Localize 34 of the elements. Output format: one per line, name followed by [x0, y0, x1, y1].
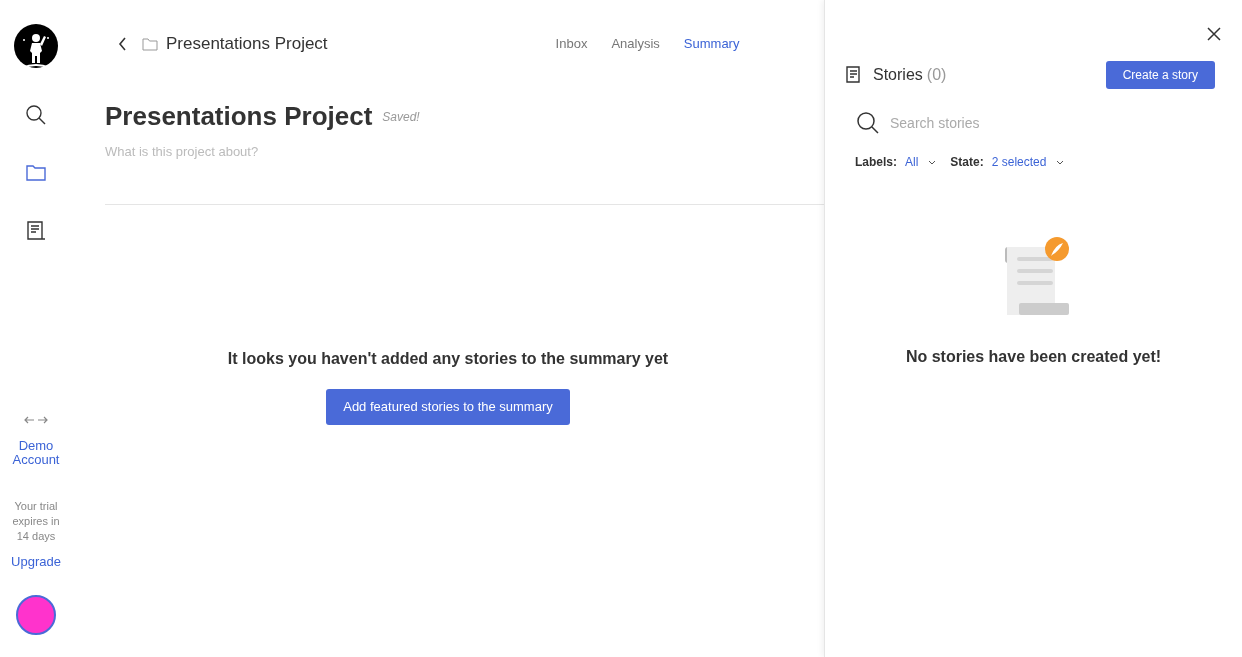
nav-tab[interactable]: Analysis [611, 34, 660, 54]
search-field[interactable]: Search stories [890, 112, 1140, 134]
upgrade-link[interactable]: Upgrade [11, 551, 61, 571]
filter-dropdown[interactable]: 2 selected [991, 153, 1065, 171]
nav-tab[interactable]: Inbox [555, 34, 588, 54]
project-title[interactable]: Presentations Project [105, 100, 373, 132]
filter-dropdown[interactable]: All [905, 153, 937, 171]
empty-summary-message: It looks you haven't added any stories to the summary yet [227, 348, 669, 369]
search-icon[interactable] [25, 104, 47, 126]
trial-notice: Your trial expires in 14 days [11, 498, 61, 544]
save-status: Saved! [382, 109, 420, 126]
close-icon[interactable] [1207, 27, 1221, 41]
description-field[interactable]: What is this project about? [105, 142, 605, 162]
chevron-down-icon [928, 159, 937, 165]
search-icon [856, 111, 880, 135]
back-icon[interactable] [118, 37, 128, 51]
nav-tab[interactable]: Summary [683, 34, 740, 54]
account-link[interactable]: Demo Account [6, 438, 66, 467]
chevron-down-icon [1056, 159, 1065, 165]
switch-arrows-icon[interactable] [24, 414, 48, 425]
breadcrumb-title: Presentations Project [166, 33, 328, 56]
stories-count: (0) [926, 65, 947, 85]
folder-icon [142, 37, 158, 51]
document-icon[interactable] [25, 220, 47, 242]
empty-stories-message: No stories have been created yet! [905, 347, 1162, 367]
create-story-button[interactable]: Create a story [1105, 61, 1215, 89]
filter-label: Labels: [855, 154, 897, 171]
user-avatar[interactable] [16, 595, 56, 635]
stories-title: Stories [873, 65, 923, 85]
document-icon [845, 66, 863, 84]
astronaut-logo[interactable] [12, 24, 60, 70]
folder-icon[interactable] [25, 162, 47, 184]
add-featured-stories-button[interactable]: Add featured stories to the summary [326, 388, 570, 425]
filter-label: State: [950, 154, 984, 171]
